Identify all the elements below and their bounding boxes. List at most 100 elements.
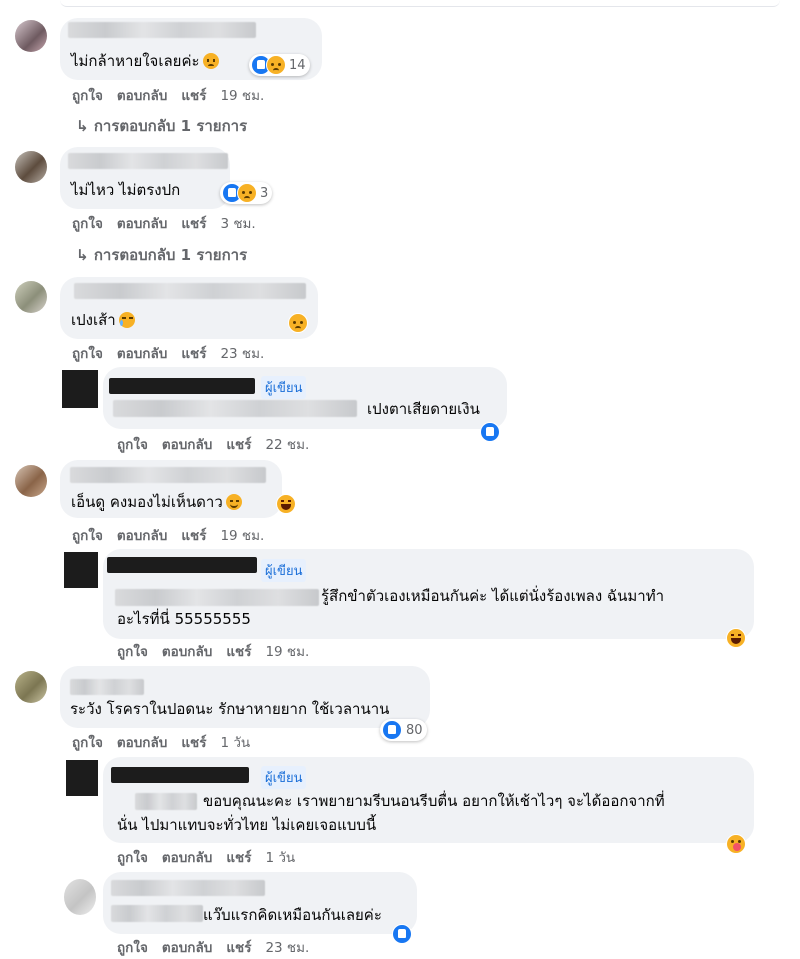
timestamp[interactable]: 19 ชม. [220, 88, 264, 104]
author-name-redacted[interactable] [107, 557, 257, 573]
comment-text: เอ็นดู คงมองไม่เห็นดาว [71, 491, 242, 513]
share-button[interactable]: แชร์ [226, 940, 251, 956]
reply-actions: ถูกใจ ตอบกลับ แชร์ 1 วัน [117, 846, 309, 868]
haha-reaction-icon [276, 494, 296, 514]
commenter-name-blurred[interactable] [70, 679, 144, 695]
author-name-redacted[interactable] [109, 378, 255, 394]
reply-text-line2: อะไรที่นี่ 55555555 [117, 610, 251, 628]
comment-actions: ถูกใจ ตอบกลับ แชร์ 19 ชม. [72, 524, 278, 546]
reply-bubble: ผู้เขียน ขอบคุณนะคะ เราพยายามรีบนอนรีบตื… [103, 757, 754, 843]
mention-blurred[interactable] [113, 400, 357, 417]
timestamp[interactable]: 23 ชม. [220, 346, 264, 362]
avatar[interactable] [15, 465, 47, 497]
comment-actions: ถูกใจ ตอบกลับ แชร์ 19 ชม. [72, 84, 278, 106]
share-button[interactable]: แชร์ [181, 735, 206, 751]
comment-actions: ถูกใจ ตอบกลับ แชร์ 3 ชม. [72, 212, 270, 234]
like-button[interactable]: ถูกใจ [72, 346, 103, 362]
commenter-name-blurred[interactable] [111, 880, 265, 896]
like-button[interactable]: ถูกใจ [117, 437, 148, 453]
sad-reaction-icon [288, 313, 308, 333]
reply-button[interactable]: ตอบกลับ [117, 216, 167, 232]
avatar[interactable] [15, 151, 47, 183]
timestamp[interactable]: 3 ชม. [220, 216, 255, 232]
reaction-summary[interactable]: 3 [220, 182, 273, 204]
avatar[interactable] [15, 281, 47, 313]
commenter-name-blurred[interactable] [68, 22, 256, 38]
sad-reaction-icon [237, 183, 257, 203]
mention-blurred[interactable] [115, 589, 319, 606]
view-replies-link[interactable]: ↳ การตอบกลับ 1 รายการ [76, 114, 247, 138]
smile-emoji-icon [225, 494, 242, 510]
reaction-summary[interactable] [392, 923, 412, 945]
timestamp[interactable]: 22 ชม. [265, 437, 309, 453]
comment-actions: ถูกใจ ตอบกลับ แชร์ 23 ชม. [72, 342, 278, 364]
timestamp[interactable]: 1 วัน [220, 735, 250, 751]
reply-bubble: ผู้เขียน รู้สึกขำตัวเองเหมือนกันค่ะ ได้แ… [103, 549, 754, 639]
comment-text: เปงเส้า [71, 309, 135, 331]
care-reaction-icon [726, 834, 746, 854]
commenter-name-blurred[interactable] [70, 467, 266, 483]
avatar[interactable] [15, 671, 47, 703]
timestamp[interactable]: 1 วัน [265, 850, 295, 866]
share-button[interactable]: แชร์ [181, 88, 206, 104]
share-button[interactable]: แชร์ [181, 216, 206, 232]
reply-text-line1: ขอบคุณนะคะ เราพยายามรีบนอนรีบตื่น อยากให… [203, 792, 665, 810]
comment-bubble: เอ็นดู คงมองไม่เห็นดาว [60, 460, 282, 518]
previous-comment-bubble-edge [60, 0, 780, 7]
reply-button[interactable]: ตอบกลับ [162, 850, 212, 866]
author-avatar[interactable] [66, 760, 98, 796]
sad-reaction-icon [266, 55, 286, 75]
comment-text: ไม่กล้าหายใจเลยค่ะ [71, 50, 219, 72]
timestamp[interactable]: 19 ชม. [220, 528, 264, 544]
reply-button[interactable]: ตอบกลับ [162, 437, 212, 453]
reaction-summary[interactable] [726, 627, 746, 649]
view-replies-link[interactable]: ↳ การตอบกลับ 1 รายการ [76, 243, 247, 267]
reaction-summary[interactable]: 14 [249, 54, 310, 76]
share-button[interactable]: แชร์ [181, 346, 206, 362]
like-button[interactable]: ถูกใจ [72, 88, 103, 104]
reply-bubble: ผู้เขียน เปงตาเสียดายเงิน [103, 367, 507, 429]
reaction-count: 3 [260, 185, 269, 201]
like-reaction-icon [392, 924, 412, 944]
like-button[interactable]: ถูกใจ [72, 216, 103, 232]
like-button[interactable]: ถูกใจ [117, 940, 148, 956]
share-button[interactable]: แชร์ [181, 528, 206, 544]
reply-button[interactable]: ตอบกลับ [117, 528, 167, 544]
like-button[interactable]: ถูกใจ [117, 850, 148, 866]
like-button[interactable]: ถูกใจ [117, 644, 148, 660]
reaction-summary[interactable] [276, 493, 296, 515]
reply-button[interactable]: ตอบกลับ [162, 644, 212, 660]
mention-blurred[interactable] [111, 905, 203, 922]
comment-actions: ถูกใจ ตอบกลับ แชร์ 1 วัน [72, 731, 264, 753]
view-replies-label: การตอบกลับ 1 รายการ [93, 246, 248, 264]
author-avatar[interactable] [64, 552, 98, 588]
reply-button[interactable]: ตอบกลับ [117, 88, 167, 104]
commenter-name-blurred[interactable] [68, 153, 228, 169]
timestamp[interactable]: 23 ชม. [265, 940, 309, 956]
author-name-redacted[interactable] [111, 767, 249, 783]
like-button[interactable]: ถูกใจ [72, 735, 103, 751]
author-avatar[interactable] [62, 370, 98, 408]
share-button[interactable]: แชร์ [226, 850, 251, 866]
reaction-summary[interactable] [480, 421, 500, 443]
mention-blurred[interactable] [135, 793, 197, 810]
commenter-name-blurred[interactable] [74, 283, 306, 299]
reply-button[interactable]: ตอบกลับ [117, 346, 167, 362]
timestamp[interactable]: 19 ชม. [265, 644, 309, 660]
avatar[interactable] [64, 879, 96, 915]
reply-button[interactable]: ตอบกลับ [162, 940, 212, 956]
like-reaction-icon [480, 422, 500, 442]
share-button[interactable]: แชร์ [226, 437, 251, 453]
reaction-summary[interactable] [726, 833, 746, 855]
reply-button[interactable]: ตอบกลับ [117, 735, 167, 751]
avatar[interactable] [15, 20, 47, 52]
reply-actions: ถูกใจ ตอบกลับ แชร์ 22 ชม. [117, 433, 323, 455]
like-reaction-icon [382, 720, 402, 740]
reply-actions: ถูกใจ ตอบกลับ แชร์ 19 ชม. [117, 640, 323, 662]
reaction-summary[interactable] [286, 312, 310, 334]
reaction-summary[interactable]: 80 [380, 719, 427, 741]
like-button[interactable]: ถูกใจ [72, 528, 103, 544]
author-badge: ผู้เขียน [261, 559, 307, 582]
share-button[interactable]: แชร์ [226, 644, 251, 660]
comment-bubble: เปงเส้า [60, 277, 318, 339]
